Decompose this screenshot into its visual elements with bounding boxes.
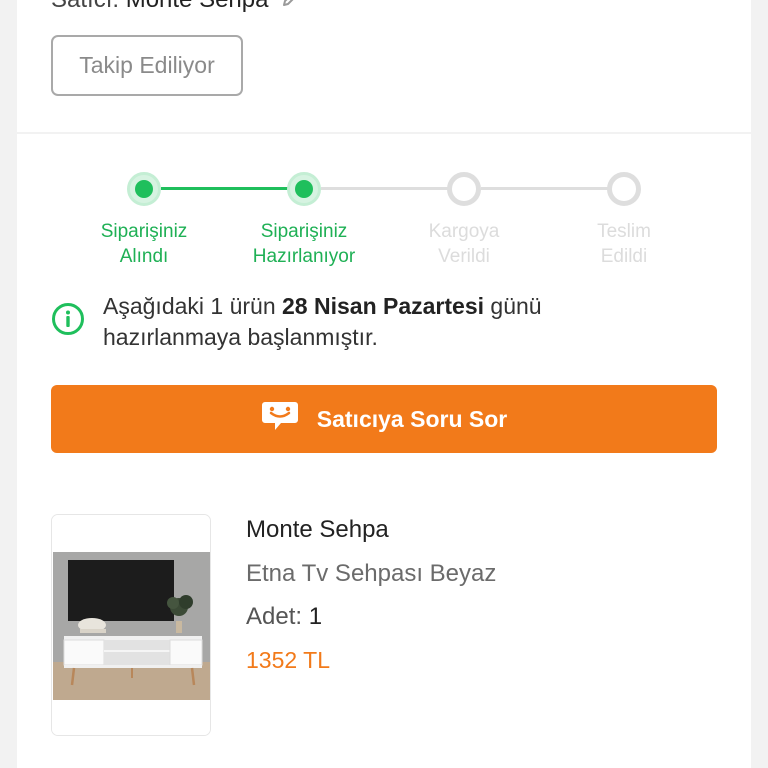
notice-prefix: Aşağıdaki 1 ürün — [103, 293, 276, 319]
notice-date: 28 Nisan Pazartesi — [282, 293, 485, 319]
step-dot-received — [127, 172, 161, 206]
product-quantity: Adet: 1 — [246, 603, 322, 631]
ask-seller-button[interactable]: Satıcıya Soru Sor — [51, 385, 717, 453]
step-dot-preparing — [287, 172, 321, 206]
product-name[interactable]: Etna Tv Sehpası Beyaz — [246, 560, 496, 588]
progress-line-1 — [161, 187, 305, 190]
step-label-line1: Siparişiniz — [100, 221, 188, 242]
step-label-line2: Alındı — [119, 246, 169, 267]
notice-line2: hazırlanmaya başlanmıştır. — [103, 324, 378, 350]
order-progress-tracker: Siparişiniz Alındı Siparişiniz Hazırlanı… — [17, 134, 751, 274]
progress-line-2 — [321, 187, 465, 190]
step-dot-shipped — [447, 172, 481, 206]
quantity-label: Adet: — [246, 603, 303, 630]
step-label-shipped: Kargoya Verildi — [379, 219, 549, 269]
step-label-line2: Edildi — [600, 246, 648, 267]
chat-smile-icon — [261, 399, 299, 439]
step-dot-delivered — [607, 172, 641, 206]
product-price: 1352 TL — [246, 647, 330, 673]
product-image[interactable] — [51, 514, 211, 736]
step-label-line2: Verildi — [438, 246, 490, 267]
seller-card: Satıcı: Monte Sehpa Takip Ediliyor — [17, 0, 751, 132]
step-label-preparing: Siparişiniz Hazırlanıyor — [219, 219, 389, 269]
quantity-value: 1 — [308, 603, 323, 630]
seller-name[interactable]: Monte Sehpa — [126, 0, 269, 13]
step-label-delivered: Teslim Edildi — [539, 219, 709, 269]
order-status-card: Siparişiniz Alındı Siparişiniz Hazırlanı… — [17, 134, 751, 768]
step-label-line2: Hazırlanıyor — [252, 246, 356, 267]
info-circle-icon — [51, 302, 85, 341]
step-label-received: Siparişiniz Alındı — [59, 219, 229, 269]
product-seller[interactable]: Monte Sehpa — [246, 516, 389, 544]
step-label-line1: Teslim — [597, 221, 651, 242]
ask-seller-label: Satıcıya Soru Sor — [316, 405, 508, 432]
step-label-line1: Kargoya — [428, 221, 500, 242]
pencil-icon[interactable] — [281, 0, 299, 15]
notice-text: Aşağıdaki 1 ürün 28 Nisan Pazartesi günü… — [103, 291, 703, 353]
follow-button[interactable]: Takip Ediliyor — [51, 35, 243, 96]
progress-line-3 — [481, 187, 625, 190]
seller-row[interactable]: Satıcı: Monte Sehpa — [51, 0, 299, 15]
step-label-line1: Siparişiniz — [260, 221, 348, 242]
seller-label: Satıcı: — [51, 0, 119, 13]
notice-suffix: günü — [490, 293, 542, 319]
